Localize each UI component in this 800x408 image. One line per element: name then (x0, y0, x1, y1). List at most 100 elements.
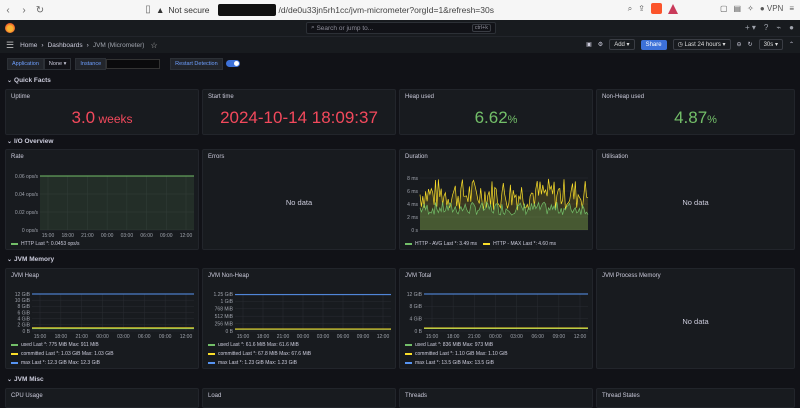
row-io-overview[interactable]: ⌄ I/O Overview (7, 138, 53, 145)
legend-label: committed Last *: 1.03 GiB Max: 1.03 GiB (21, 351, 114, 357)
legend-item[interactable]: max Last *: 13.5 GiB Max: 13.5 GiB (405, 360, 494, 366)
add-button[interactable]: Add ▾ (609, 39, 635, 50)
legend-item[interactable]: HTTP Last *: 0.0453 ops/s (11, 241, 80, 247)
refresh-interval-picker[interactable]: 30s ▾ (758, 39, 783, 50)
legend-label[interactable]: HTTP - AVG Last *: 3.49 ms (415, 241, 477, 247)
forward-icon[interactable]: › (16, 5, 32, 16)
extensions-icon[interactable]: ✧ (747, 4, 754, 13)
redacted-host (217, 3, 276, 16)
save-icon[interactable]: ▣ (586, 41, 592, 48)
sidebar-icon[interactable]: ▢ (720, 4, 728, 13)
legend-item[interactable]: max Last *: 1.23 GiB Max: 1.23 GiB (208, 360, 297, 366)
legend-label: committed Last *: 67.8 MiB Max: 67.6 MiB (218, 351, 312, 357)
errors-panel[interactable]: Errors No data (202, 149, 396, 250)
x-tick-label: 18:00 (55, 334, 68, 340)
y-tick-label: 6 GiB (17, 310, 30, 316)
panel-title: Non-Heap used (602, 94, 645, 100)
star-icon[interactable]: ☆ (150, 41, 157, 50)
row-quick-facts[interactable]: ⌄ Quick Facts (7, 77, 51, 84)
load-panel[interactable]: Load (202, 388, 396, 408)
vpn-label: VPN (766, 4, 784, 13)
instance-variable-select[interactable] (106, 58, 161, 69)
row-jvm-memory[interactable]: ⌄ JVM Memory (7, 256, 54, 263)
settings-gear-icon[interactable]: ⚙ (598, 41, 603, 48)
avatar[interactable]: ● (789, 23, 794, 32)
x-tick-label: 21:00 (468, 334, 481, 340)
application-value: None (48, 60, 63, 67)
menu-icon[interactable]: ☰ (6, 40, 14, 51)
legend-item[interactable]: used Last *: 61.6 MiB Max: 61.6 MiB (208, 342, 299, 348)
breadcrumb-dashboards[interactable]: Dashboards (48, 42, 83, 49)
y-tick-label: 1.25 GiB (214, 292, 234, 298)
legend-item[interactable]: used Last *: 775 MiB Max: 911 MiB (11, 342, 99, 348)
help-icon[interactable]: ? (764, 23, 768, 32)
breadcrumb-home[interactable]: Home (20, 42, 37, 49)
vpn-button[interactable]: ● VPN (760, 4, 784, 13)
y-tick-label: 4 GiB (409, 316, 422, 322)
y-tick-label: 0 B (225, 329, 233, 335)
wallet-icon[interactable]: ▤ (734, 4, 742, 13)
cpu-usage-panel[interactable]: CPU Usage (5, 388, 199, 408)
legend-label: max Last *: 1.23 GiB Max: 1.23 GiB (218, 360, 297, 366)
restart-detection-label: Restart Detection (170, 57, 223, 70)
legend-item[interactable]: committed Last *: 1.10 GiB Max: 1.10 GiB (405, 351, 508, 357)
search-input[interactable]: ⌕ Search or jump to... ctrl+k (306, 22, 496, 34)
row-jvm-misc[interactable]: ⌄ JVM Misc (7, 376, 44, 383)
share-icon[interactable]: ⇪ (638, 4, 645, 13)
panel-title: Thread States (602, 393, 640, 399)
y-tick-label: 256 MiB (215, 321, 234, 327)
x-tick-label: 00:00 (489, 334, 502, 340)
legend-item[interactable]: used Last *: 836 MiB Max: 973 MiB (405, 342, 493, 348)
menu-icon[interactable]: ≡ (789, 4, 794, 13)
back-icon[interactable]: ‹ (0, 5, 16, 16)
not-secure-label: Not secure (168, 4, 210, 15)
legend-item[interactable]: max Last *: 12.3 GiB Max: 12.3 GiB (11, 360, 100, 366)
legend-swatch (405, 353, 412, 355)
brave-shield-icon[interactable] (650, 3, 662, 14)
heap-used-panel[interactable]: Heap used 6.62% (399, 89, 593, 135)
news-icon[interactable]: ⌁ (776, 23, 781, 32)
panel-title: Load (208, 393, 222, 399)
application-variable-select[interactable]: None ▾ (43, 57, 72, 70)
rate-panel[interactable]: Rate 0 ops/s 0.02 ops/s 0.04 ops/s 0.06 ops… (5, 149, 199, 250)
address-bar[interactable]: ▯ ▲ Not secure /d/de0u33jn5rh1cc/jvm-mic… (140, 2, 590, 17)
restart-detection-toggle[interactable] (225, 60, 240, 67)
nonheap-used-panel[interactable]: Non-Heap used 4.87% (596, 89, 795, 135)
panel-title: JVM Process Memory (602, 273, 661, 279)
legend-swatch (405, 243, 412, 245)
jvm-process-memory-panel[interactable]: JVM Process Memory No data (596, 268, 795, 369)
utilisation-panel[interactable]: Utilisation No data (596, 149, 795, 250)
share-button[interactable]: Share (640, 39, 667, 50)
uptime-panel[interactable]: Uptime 3.0 weeks (5, 89, 199, 135)
y-tick-label: 0 B (22, 329, 30, 335)
y-tick-label: 512 MiB (215, 314, 234, 320)
x-tick-label: 06:00 (337, 334, 350, 340)
bookmark-icon[interactable]: ▯ (140, 4, 156, 15)
collapse-icon[interactable]: ⌃ (789, 41, 794, 48)
brave-rewards-icon[interactable] (667, 3, 678, 14)
legend-label: used Last *: 61.6 MiB Max: 61.6 MiB (218, 342, 299, 348)
jvm-total-panel[interactable]: JVM Total 0 B4 GiB 8 GiB 12 GiB 15:00 18:00 2… (399, 268, 593, 369)
jvm-nonheap-panel[interactable]: JVM Non-Heap 0 B 256 MiB 512 MiB 768 MiB 1 G… (202, 268, 396, 369)
thread-states-panel[interactable]: Thread States (596, 388, 795, 408)
jvm-heap-panel[interactable]: JVM Heap 0 B2 GiB 4 GiB 6 GiB 8 GiB 10 GiB 12… (5, 268, 199, 369)
y-tick-label: 2 GiB (17, 323, 30, 329)
x-tick-label: 09:00 (553, 334, 566, 340)
legend-item[interactable]: committed Last *: 67.8 MiB Max: 67.6 MiB (208, 351, 311, 357)
x-tick-label: 12:00 (574, 334, 587, 340)
threads-panel[interactable]: Threads (399, 388, 593, 408)
plus-icon[interactable]: + ▾ (745, 23, 756, 32)
x-tick-label: 15:00 (42, 233, 55, 239)
legend-label: used Last *: 775 MiB Max: 911 MiB (21, 342, 99, 348)
search-icon[interactable]: ⌕ (628, 4, 632, 14)
zoom-out-icon[interactable]: ⊖ (737, 41, 742, 48)
grafana-logo-icon[interactable] (5, 23, 15, 33)
refresh-icon[interactable]: ↻ (748, 41, 753, 48)
reload-icon[interactable]: ↻ (32, 5, 48, 16)
x-tick-label: 12:00 (377, 334, 390, 340)
legend-item[interactable]: committed Last *: 1.03 GiB Max: 1.03 GiB (11, 351, 114, 357)
start-time-panel[interactable]: Start time 2024-10-14 18:09:37 (202, 89, 396, 135)
duration-panel[interactable]: Duration 0 s2 ms 4 ms 6 ms 8 ms HTTP - AVG … (399, 149, 593, 250)
legend-label[interactable]: HTTP - MAX Last *: 4.60 ms (493, 241, 556, 247)
time-picker[interactable]: ◷ Last 24 hours ▾ (672, 39, 731, 50)
